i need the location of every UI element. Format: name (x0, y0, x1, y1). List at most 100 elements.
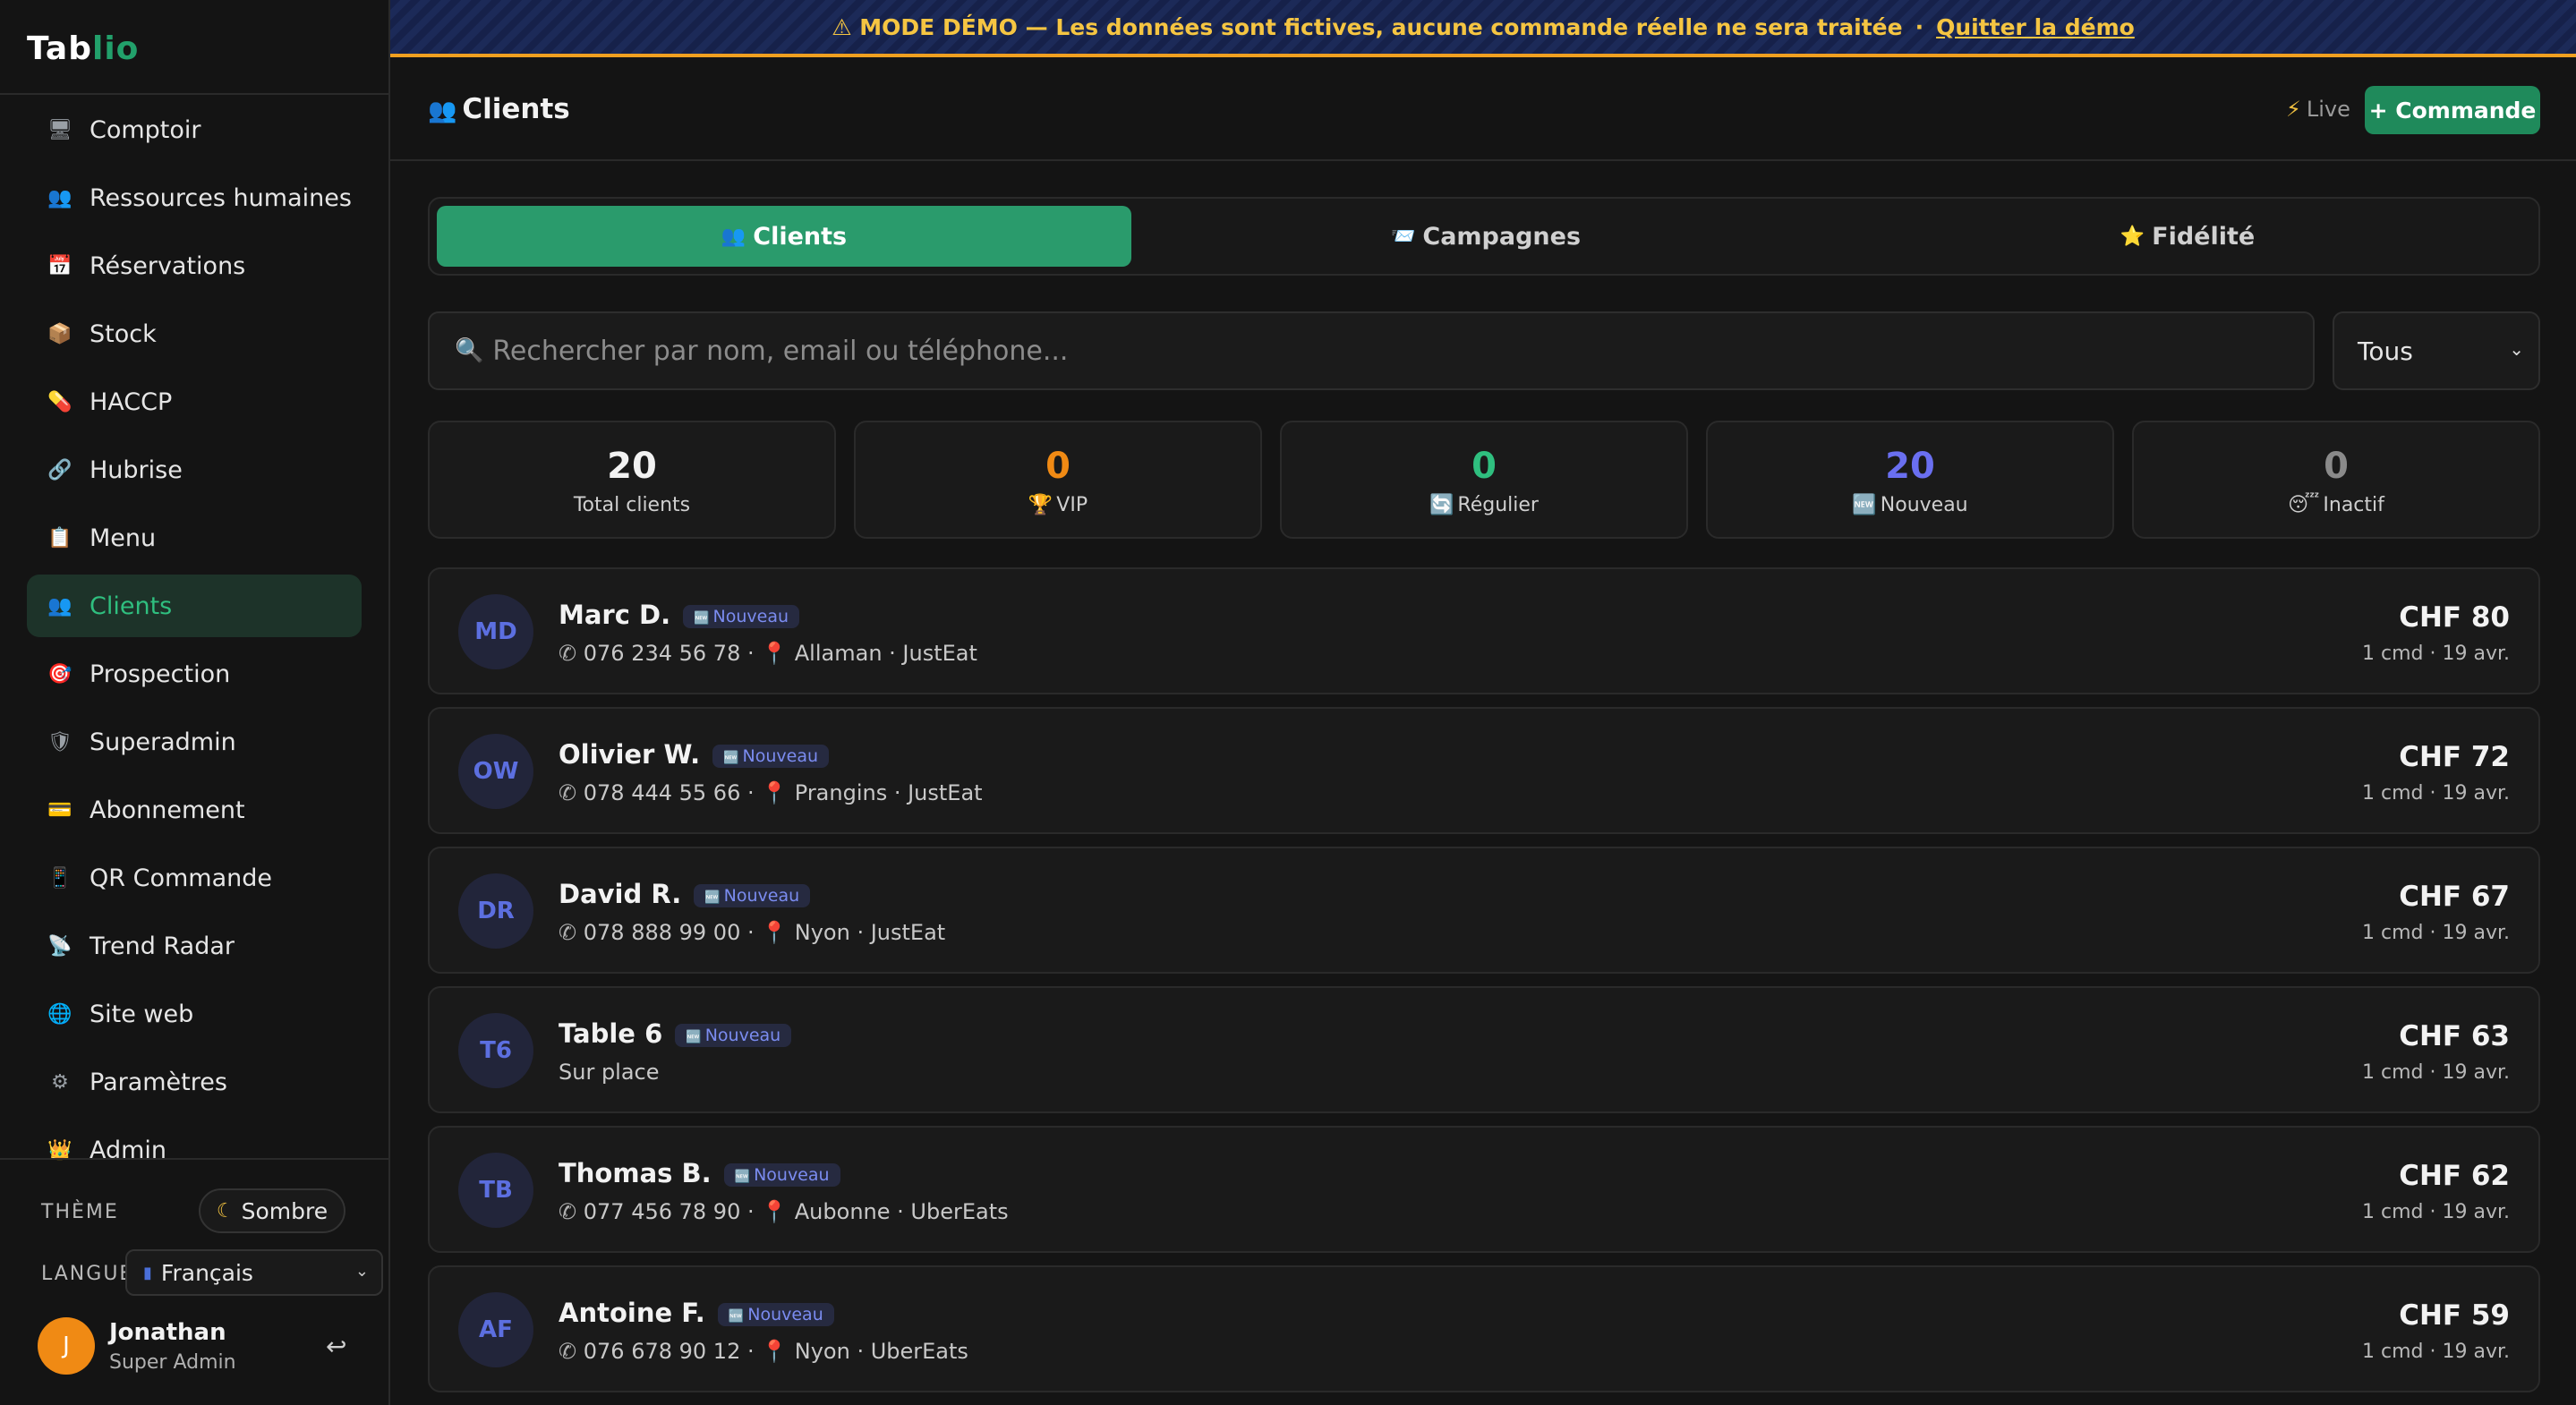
sidebar-item-menu[interactable]: 📋 Menu (27, 507, 362, 569)
pill-icon: 💊 (47, 390, 73, 413)
sidebar-item-superadmin[interactable]: 🛡 Superadmin (27, 711, 362, 773)
search-placeholder: Rechercher par nom, email ou téléphone..… (492, 335, 1069, 367)
client-row[interactable]: MD Marc D. 🆕 Nouveau ✆ 076 234 56 78 · 📍 All… (428, 567, 2540, 694)
client-row[interactable]: DR David R. 🆕 Nouveau ✆ 078 888 99 00 · 📍 Ny… (428, 847, 2540, 974)
sidebar-item-comptoir[interactable]: 🖥 Comptoir (27, 98, 362, 161)
demo-banner: ⚠ MODE DÉMO — Les données sont fictives,… (390, 0, 2576, 57)
client-amount: CHF 62 (2399, 1160, 2510, 1192)
gear-icon: ⚙ (51, 1070, 69, 1094)
client-info: ✆ 076 678 90 12 · 📍 Nyon · UberEats (559, 1339, 968, 1364)
sidebar-item-admin[interactable]: 👑 Admin (27, 1119, 362, 1181)
client-name: Table 6 🆕 Nouveau (559, 1018, 792, 1049)
phone-icon: 📱 (47, 866, 73, 890)
chevron-down-icon: ⌄ (354, 1262, 369, 1281)
client-location: Nyon · UberEats (794, 1339, 968, 1364)
sidebar-item-site-web[interactable]: 🌐 Site web (27, 983, 362, 1045)
stat-card[interactable]: 20 🆕 Nouveau (1706, 421, 2114, 539)
sidebar-item-abonnement[interactable]: 💳 Abonnement (27, 779, 362, 841)
link-icon: 🔗 (47, 458, 73, 481)
new-icon: 🆕 (723, 751, 739, 765)
language-label: LANGUE (41, 1263, 134, 1285)
sidebar-item-label: Trend Radar (90, 932, 235, 960)
inbox-icon: 📨 (1390, 225, 1416, 248)
sidebar-item-label: Stock (90, 319, 157, 348)
client-avatar: TB (458, 1153, 533, 1228)
app-logo[interactable]: Tablio (27, 30, 139, 73)
sidebar-item-réservations[interactable]: 📅 Réservations (27, 234, 362, 297)
credit-card-icon: 💳 (47, 798, 73, 822)
user-avatar[interactable]: J (38, 1317, 95, 1375)
client-row[interactable]: AF Antoine F. 🆕 Nouveau ✆ 076 678 90 12 · 📍 … (428, 1265, 2540, 1392)
sidebar-item-haccp[interactable]: 💊 HACCP (27, 370, 362, 433)
badge-label: Nouveau (742, 746, 819, 766)
sidebar-item-qr-commande[interactable]: 📱 QR Commande (27, 847, 362, 909)
client-row[interactable]: OW Olivier W. 🆕 Nouveau ✆ 078 444 55 66 · 📍 … (428, 707, 2540, 834)
stat-label-text: Total clients (573, 494, 691, 516)
phone-icon: ✆ (559, 1199, 584, 1224)
client-meta: 1 cmd · 19 avr. (2362, 1061, 2510, 1084)
client-info: Sur place (559, 1060, 660, 1085)
shield-icon: 🛡 (47, 730, 73, 754)
new-order-button[interactable]: + Commande (2365, 86, 2540, 134)
client-name: Antoine F. 🆕 Nouveau (559, 1298, 834, 1328)
sidebar-item-label: Superadmin (90, 728, 236, 756)
client-meta: 1 cmd · 19 avr. (2362, 1341, 2510, 1363)
client-info: ✆ 078 444 55 66 · 📍 Prangins · JustEat (559, 780, 983, 805)
sidebar-item-trend-radar[interactable]: 📡 Trend Radar (27, 915, 362, 977)
tab-label: Clients (753, 222, 848, 251)
filter-select[interactable]: Tous ⌄ (2333, 311, 2540, 390)
sidebar-item-label: Paramètres (90, 1068, 227, 1096)
sidebar-item-label: Réservations (90, 251, 246, 280)
client-name-text: David R. (559, 879, 682, 909)
sidebar-item-paramètres[interactable]: ⚙ Paramètres (27, 1051, 362, 1113)
language-select[interactable]: ▮ Français ⌄ (125, 1249, 383, 1296)
sidebar-item-clients[interactable]: 👥 Clients (27, 575, 362, 637)
sidebar-item-label: Comptoir (90, 115, 201, 144)
sidebar-item-prospection[interactable]: 🎯 Prospection (27, 643, 362, 705)
tab-clients[interactable]: 👥 Clients (437, 206, 1131, 267)
badge-label: Nouveau (754, 1165, 830, 1185)
new-icon: 🆕 (686, 1030, 702, 1044)
sidebar-item-hubrise[interactable]: 🔗 Hubrise (27, 439, 362, 501)
logo-text: Tab (27, 30, 92, 67)
stat-label: 😴 Inactif (2134, 494, 2538, 516)
tab-fidélité[interactable]: ⭐ Fidélité (1840, 206, 2535, 267)
new-icon: 🆕 (728, 1309, 745, 1324)
flag-icon: ▮ (143, 1263, 152, 1282)
location-pin-icon: 📍 (761, 1339, 789, 1364)
sidebar-item-stock[interactable]: 📦 Stock (27, 302, 362, 365)
search-input[interactable]: 🔍 Rechercher par nom, email ou téléphone.… (428, 311, 2315, 390)
badge-label: Nouveau (747, 1305, 823, 1324)
location-pin-icon: 📍 (761, 780, 789, 805)
client-name: Marc D. 🆕 Nouveau (559, 600, 800, 630)
status-badge: 🆕 Nouveau (717, 1303, 834, 1326)
tab-label: Fidélité (2152, 222, 2256, 251)
stat-value: 0 (1045, 446, 1070, 487)
client-row[interactable]: TB Thomas B. 🆕 Nouveau ✆ 077 456 78 90 · 📍 A… (428, 1126, 2540, 1253)
client-avatar: T6 (458, 1013, 533, 1088)
trophy-icon: 🏆 (1028, 494, 1053, 516)
stat-card[interactable]: 20 Total clients (428, 421, 836, 539)
theme-toggle-button[interactable]: ☾ Sombre (199, 1188, 345, 1233)
phone-icon: ✆ (559, 780, 584, 805)
tab-campagnes[interactable]: 📨 Campagnes (1139, 206, 1833, 267)
live-indicator[interactable]: ⚡ Live (2286, 97, 2350, 122)
badge-label: Nouveau (723, 886, 800, 906)
stat-card[interactable]: 0 🏆 VIP (854, 421, 1262, 539)
client-avatar: DR (458, 873, 533, 949)
logout-icon[interactable]: ↩ (326, 1332, 346, 1361)
client-row[interactable]: T6 Table 6 🆕 Nouveau Sur place CHF 63 1 cmd · … (428, 986, 2540, 1113)
client-info: ✆ 077 456 78 90 · 📍 Aubonne · UberEats (559, 1199, 1009, 1224)
theme-value: Sombre (241, 1197, 328, 1224)
stat-label-text: Régulier (1457, 494, 1539, 516)
client-location: Allaman · JustEat (794, 641, 977, 666)
client-meta: 1 cmd · 19 avr. (2362, 782, 2510, 805)
stat-card[interactable]: 0 🔄 Régulier (1280, 421, 1688, 539)
sidebar-item-ressources-humaines[interactable]: 👥 Ressources humaines (27, 166, 362, 229)
quit-demo-link[interactable]: Quitter la démo (1936, 14, 2135, 40)
status-badge: 🆕 Nouveau (683, 605, 800, 628)
clipboard-icon: 📋 (47, 526, 73, 549)
page-header: 👥 Clients ⚡ Live + Commande (390, 57, 2576, 161)
stat-card[interactable]: 0 😴 Inactif (2132, 421, 2540, 539)
stat-label: 🏆 VIP (856, 494, 1260, 516)
